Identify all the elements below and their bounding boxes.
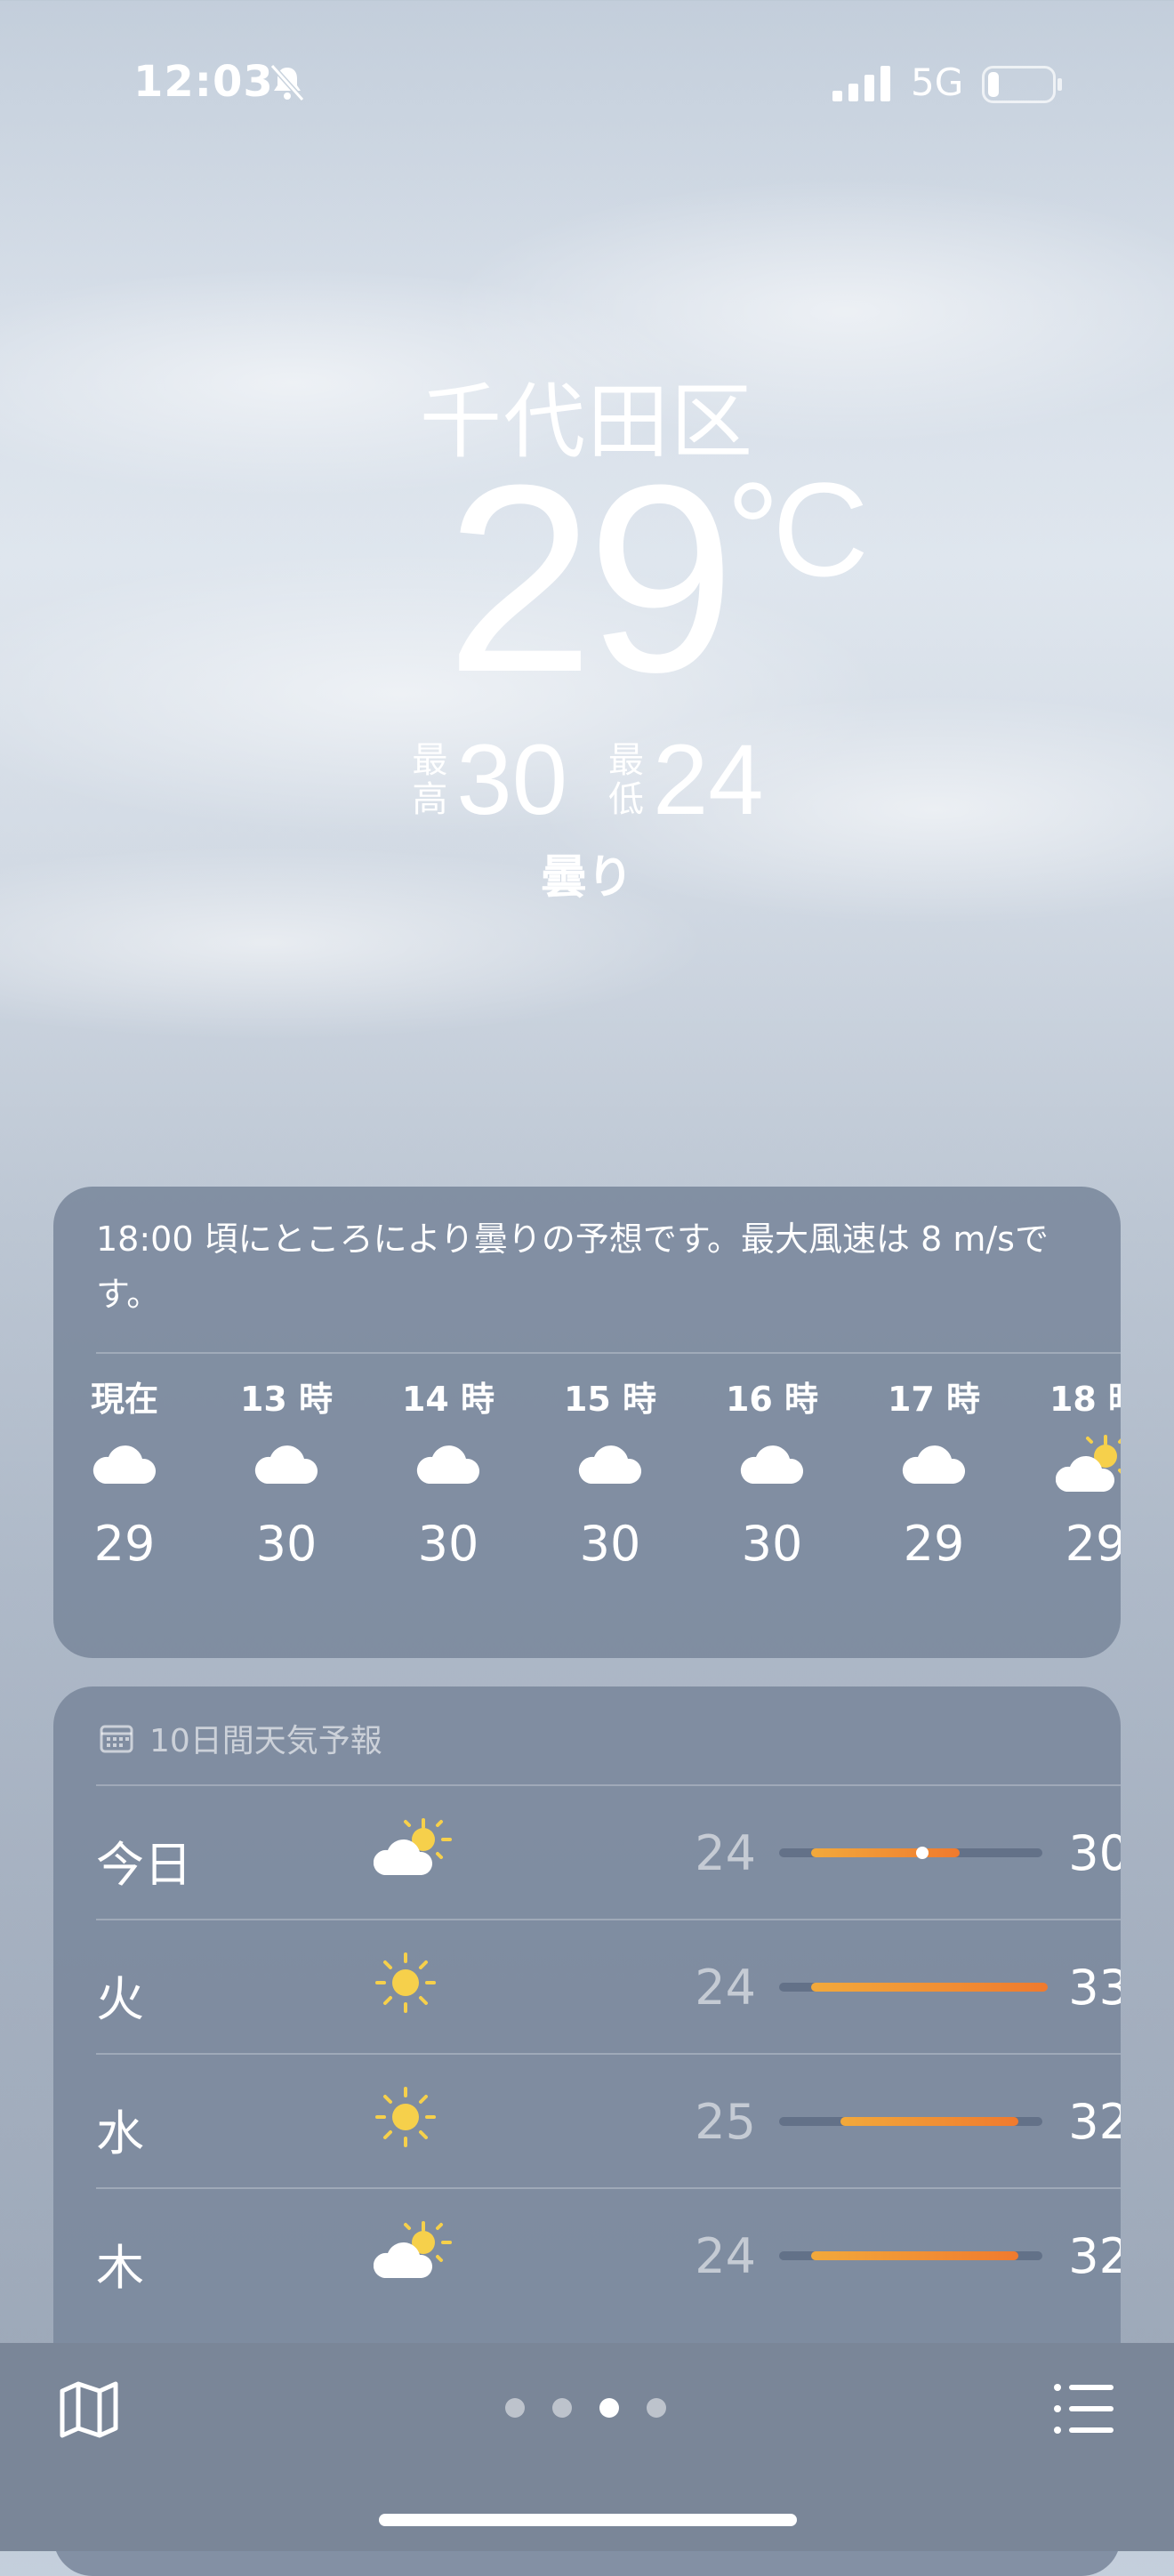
hourly-forecast-card[interactable]: 18:00 頃にところにより曇りの予想です。最大風速は 8 m/sです。 現在 2…: [53, 1187, 1121, 1658]
high-temp: 32: [1068, 2228, 1121, 2284]
daily-row[interactable]: 火 24 33: [53, 1919, 1121, 2052]
divider: [96, 1919, 1121, 1920]
list-icon[interactable]: [1053, 2382, 1115, 2435]
hour-label: 17 時: [887, 1380, 981, 1419]
hour-label: 16 時: [725, 1380, 819, 1419]
divider: [96, 1352, 1121, 1354]
hour-temp: 29: [903, 1516, 965, 1572]
page-dot[interactable]: [599, 2398, 619, 2418]
daily-row[interactable]: 木 24 32: [53, 2187, 1121, 2321]
daily-header: 10日間天気予報: [100, 1715, 382, 1761]
high-low: 最高30 最低24: [0, 722, 1174, 837]
hour-item: 15 時 30: [548, 1372, 672, 1572]
divider: [96, 2187, 1121, 2189]
hour-label: 14 時: [401, 1380, 495, 1419]
calendar-icon: [100, 1725, 133, 1753]
high-label: 最高: [412, 739, 448, 820]
low-label: 最低: [608, 739, 644, 820]
cloud-icon: [386, 1425, 511, 1505]
hour-label: 現在: [90, 1380, 158, 1419]
page-dot[interactable]: [647, 2398, 666, 2418]
silent-bell-icon: [269, 63, 305, 102]
hour-temp: 30: [579, 1516, 641, 1572]
low-temp: 25: [695, 2094, 756, 2150]
daily-row[interactable]: 水 25 32: [53, 2053, 1121, 2186]
current-temperature: 29 °C: [0, 445, 1174, 712]
hour-item: 16 時 30: [710, 1372, 834, 1572]
cloud-icon: [548, 1425, 672, 1505]
divider: [96, 1784, 1121, 1786]
temp-range-fill: [811, 1848, 961, 1857]
divider: [96, 2053, 1121, 2055]
battery-icon: [982, 66, 1062, 103]
high-temp: 30: [456, 724, 567, 835]
cloud-icon: [224, 1425, 349, 1505]
daily-title: 10日間天気予報: [149, 1723, 382, 1759]
page-dot[interactable]: [505, 2398, 525, 2418]
page-dot[interactable]: [552, 2398, 572, 2418]
hour-temp: 30: [741, 1516, 803, 1572]
low-temp: 24: [695, 1960, 756, 2016]
day-label: 水: [96, 2105, 144, 2161]
temp-value: 29: [446, 429, 736, 728]
low-temp: 24: [695, 1825, 756, 1881]
temp-range-bar: [779, 2251, 1042, 2260]
high-temp: 32: [1068, 2094, 1121, 2150]
signal-icon: [832, 66, 890, 101]
day-label: 木: [96, 2240, 144, 2296]
status-bar: 12:03 5G: [0, 57, 1174, 114]
cloud-icon: [62, 1425, 187, 1505]
temp-range-bar: [779, 1847, 1042, 1859]
hour-temp: 30: [417, 1516, 479, 1572]
daily-row[interactable]: 今日 24 30: [53, 1784, 1121, 1918]
home-indicator[interactable]: [379, 2514, 797, 2526]
hour-label: 15 時: [563, 1380, 657, 1419]
day-label: 今日: [96, 1837, 192, 1893]
temp-range-fill: [840, 2117, 1019, 2126]
temp-range-fill: [811, 1983, 1048, 1992]
hour-item: 17 時 29: [872, 1372, 996, 1572]
hour-item: 18 時 29: [1033, 1372, 1121, 1572]
temp-unit: °C: [726, 455, 869, 604]
page-indicator[interactable]: [505, 2398, 683, 2419]
hour-temp: 29: [93, 1516, 156, 1572]
partly-cloudy-icon: [373, 2219, 462, 2290]
hour-item: 14 時 30: [386, 1372, 511, 1572]
high-temp: 33: [1068, 1960, 1121, 2016]
high-temp: 30: [1068, 1825, 1121, 1881]
hour-item: 13 時 30: [224, 1372, 349, 1572]
temp-range-fill: [811, 2251, 1019, 2260]
cloud-icon: [710, 1425, 834, 1505]
low-temp: 24: [653, 724, 764, 835]
temp-range-bar: [779, 2117, 1042, 2126]
cloud-icon: [872, 1425, 996, 1505]
network-type: 5G: [911, 60, 964, 104]
hour-temp: 29: [1065, 1516, 1121, 1572]
partly-cloudy-icon: [1033, 1425, 1121, 1505]
hourly-summary: 18:00 頃にところにより曇りの予想です。最大風速は 8 m/sです。: [96, 1220, 1049, 1314]
temp-range-bar: [779, 1983, 1048, 1992]
map-icon[interactable]: [57, 2377, 121, 2441]
hour-label: 18 時: [1049, 1380, 1121, 1419]
low-temp: 24: [695, 2228, 756, 2284]
hour-item: 現在 29: [62, 1372, 187, 1572]
status-time: 12:03: [133, 57, 274, 107]
condition: 曇り: [540, 851, 633, 905]
partly-cloudy-icon: [373, 1816, 462, 1888]
hour-label: 13 時: [239, 1380, 334, 1419]
day-label: 火: [96, 1971, 144, 2027]
sun-icon: [374, 1951, 462, 2022]
sun-icon: [374, 2085, 462, 2156]
hour-temp: 30: [255, 1516, 318, 1572]
